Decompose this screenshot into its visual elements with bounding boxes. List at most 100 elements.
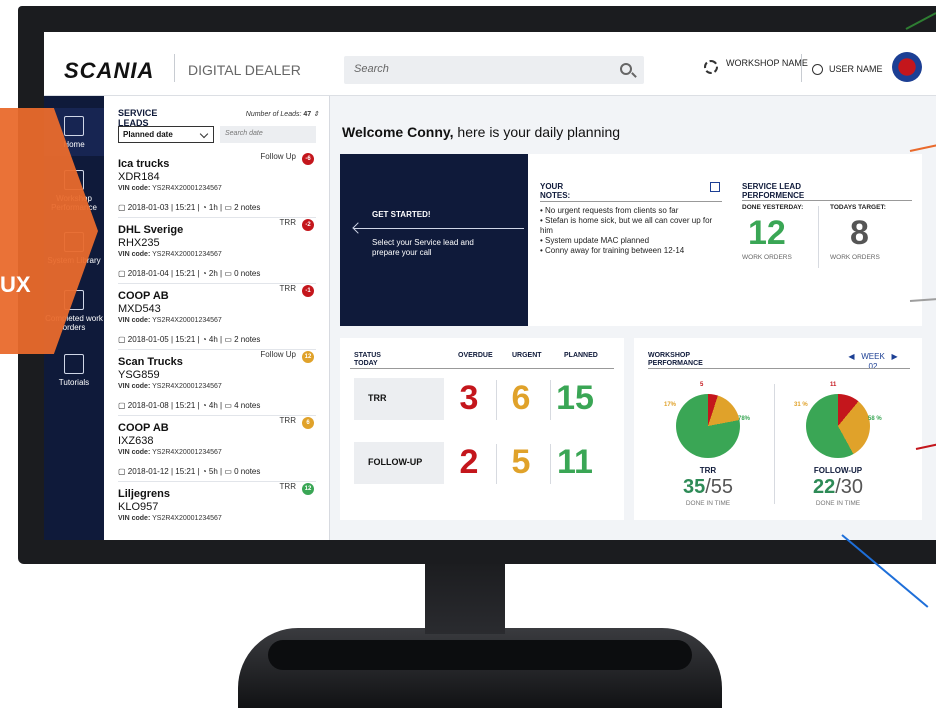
done-yesterday-value: 12 [748,214,786,252]
vin-label: VIN code: [118,449,151,456]
lead-type: Follow Up [260,152,296,161]
lead-notes: 2 notes [234,203,261,212]
workshop-name: WORKSHOP NAME [726,58,808,68]
status-col-divider [550,444,551,484]
vin-label: VIN code: [118,185,151,192]
pie-chart[interactable] [806,394,870,458]
status-count[interactable]: 6 [498,379,544,418]
lead-plate: KLO957 [118,501,159,513]
lead-meta: ▢ 2018-01-08 | 15:21 | ◔ 4h | ▭ 4 notes [118,401,261,410]
pie-label: 31 % [794,402,808,408]
status-row-label: FOLLOW-UP [354,442,444,484]
workshop-selector[interactable]: WORKSHOP NAME [704,58,808,74]
note-line: • Conny away for training between 12-14 [540,246,685,255]
pie-label: 11 [830,382,837,388]
leads-count-value: 47 [303,111,312,118]
lead-name: DHL Sverige [118,224,184,236]
vin-value: YS2R4X20001234567 [152,185,222,192]
note-line: • No urgent requests from clients so far [540,206,679,215]
pie-title: TRR [699,466,717,475]
vin-value: YS2R4X20001234567 [152,449,222,456]
clock-icon: ◔ [201,467,207,476]
sort-dropdown[interactable]: Planned date [118,126,214,143]
next-week-icon[interactable]: ▶ [891,352,897,361]
lead-badge: -6 [302,153,314,165]
lead-item[interactable]: COOP AB IXZ638 VIN code: YS2R4X20001234567… [118,416,318,486]
lead-type: TRR [279,218,296,227]
lead-duration: 4h [208,335,218,344]
calendar-icon: ▢ [118,401,126,410]
pie-done: 22 [812,476,836,498]
status-row-label: TRR [354,378,444,420]
lead-item[interactable]: Scan Trucks YSG859 VIN code: YS2R4X2000123… [118,350,318,420]
header-divider [174,54,175,82]
status-count[interactable]: 5 [498,443,544,482]
user-icon [812,64,823,76]
date-search-input[interactable]: Search date [220,126,316,143]
lead-type: TRR [279,284,296,293]
week-label: WEEK [861,352,885,361]
user-name: USER NAME [829,64,883,74]
pie-chart[interactable] [676,394,740,458]
lead-meta: ▢ 2018-01-03 | 15:21 | ◔ 1h | ▭ 2 notes [118,203,261,212]
lead-time: 15:21 [175,335,196,344]
status-count[interactable]: 2 [446,443,492,482]
leads-count-label: Number of Leads: [245,111,302,118]
brand-logo[interactable]: SCANIA [64,58,154,84]
workshop-perf-vdivider [774,384,775,504]
lead-date: 2018-01-04 [127,269,169,278]
lead-vin: VIN code: YS2R4X20001234567 [118,185,222,192]
app-name: DIGITAL DEALER [188,62,301,78]
lead-item[interactable]: Liljegrens KLO957 VIN code: YS2R4X20001234… [118,482,318,540]
edit-icon[interactable] [710,182,720,192]
lead-badge: 6 [302,417,314,429]
lead-notes: 0 notes [234,467,261,476]
calendar-icon: ▢ [118,269,126,278]
lead-notes: 0 notes [234,269,261,278]
lead-item[interactable]: DHL Sverige RHX235 VIN code: YS2R4X2000123… [118,218,318,288]
lead-plate: IXZ638 [118,435,154,447]
ux-overlay-label: UX [0,272,31,297]
comment-icon: ▭ [224,467,232,476]
app-header: SCANIA DIGITAL DEALER Search WORKSHOP NA… [44,32,936,96]
todays-target-label: TODAYS TARGET: [830,204,886,211]
todays-target-unit: WORK ORDERS [830,254,880,261]
lead-duration: 2h [208,269,218,278]
lead-vin: VIN code: YS2R4X20001234567 [118,317,222,324]
lead-date: 2018-01-03 [127,203,169,212]
status-count[interactable]: 3 [446,379,492,418]
lead-badge: -1 [302,285,314,297]
sidebar-item-tutorials[interactable]: Tutorials [44,354,104,404]
welcome-rest: here is your daily planning [453,124,621,140]
pie-value: 35/55 [658,476,758,499]
lead-vin: VIN code: YS2R4X20001234567 [118,515,222,522]
search-input[interactable]: Search [344,56,644,84]
pie-total: /30 [835,476,864,498]
done-yesterday-label: DONE YESTERDAY: [742,204,804,211]
user-menu[interactable]: USER NAME [812,64,883,76]
get-started-card[interactable]: GET STARTED! Select your Service lead an… [340,154,528,326]
status-count[interactable]: 11 [552,443,598,482]
lead-badge: 12 [302,351,314,363]
welcome-name: Welcome Conny, [342,124,454,140]
leads-title: SERVICE LEADS [118,108,158,128]
prev-week-icon[interactable]: ◀ [848,352,854,361]
lead-item[interactable]: COOP AB MXD543 VIN code: YS2R4X20001234567… [118,284,318,354]
main-content: Welcome Conny, here is your daily planni… [330,96,936,540]
header-divider-2 [801,54,802,82]
service-perf-title: SERVICE LEAD PERFORMENCE [742,182,805,200]
lead-name: COOP AB [118,290,169,302]
week-selector[interactable]: ◀ WEEK ▶ 02 [838,352,908,372]
status-count[interactable]: 15 [552,379,598,418]
lead-date: 2018-01-08 [127,401,169,410]
search-icon[interactable] [620,63,632,75]
note-line: • Stefan is home sick, but we all can co… [540,216,713,235]
tutorial-icon [64,354,84,374]
status-divider [350,368,614,369]
pie-label: 58 % [868,416,882,422]
lead-time: 15:21 [175,401,196,410]
note-line: • System update MAC planned [540,236,650,245]
lead-plate: MXD543 [118,303,161,315]
lead-meta: ▢ 2018-01-05 | 15:21 | ◔ 4h | ▭ 2 notes [118,335,261,344]
lead-item[interactable]: Ica trucks XDR184 VIN code: YS2R4X20001234… [118,152,318,222]
